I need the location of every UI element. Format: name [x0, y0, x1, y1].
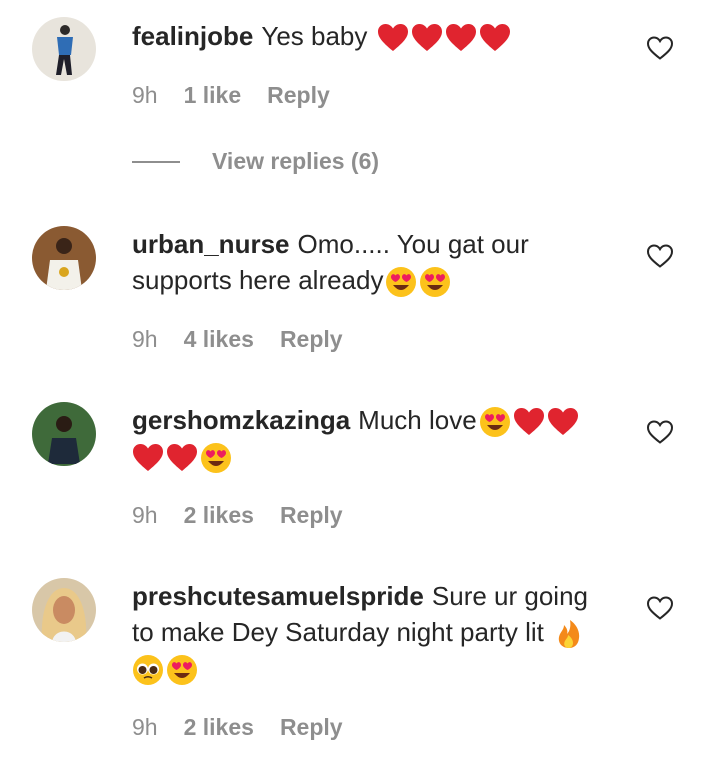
red-heart-icon: [411, 22, 443, 54]
heart-eyes-icon: [200, 442, 232, 474]
comment-meta: 9h 2 likes Reply: [132, 714, 343, 741]
comment-time: 9h: [132, 82, 158, 108]
username-link[interactable]: preshcutesamuelspride: [132, 581, 424, 611]
pleading-face-icon: [132, 654, 164, 686]
username-link[interactable]: gershomzkazinga: [132, 405, 350, 435]
comment-meta: 9h 1 like Reply: [132, 82, 330, 109]
like-count[interactable]: 4 likes: [184, 326, 254, 353]
comment-body: urban_nurse Omo..... You gat our supports…: [132, 226, 612, 298]
avatar[interactable]: [32, 17, 96, 81]
red-heart-icon: [513, 406, 545, 438]
emoji-group: [375, 21, 511, 51]
comment-text: Much love: [358, 405, 477, 435]
username-link[interactable]: fealinjobe: [132, 21, 253, 51]
divider-line: [132, 160, 180, 163]
like-count[interactable]: 1 like: [184, 82, 242, 109]
comment-meta: 9h 4 likes Reply: [132, 326, 343, 353]
username-link[interactable]: urban_nurse: [132, 229, 290, 259]
avatar[interactable]: [32, 226, 96, 290]
reply-button[interactable]: Reply: [280, 714, 343, 741]
like-count[interactable]: 2 likes: [184, 714, 254, 741]
avatar[interactable]: [32, 402, 96, 466]
comment-time: 9h: [132, 502, 158, 528]
view-replies-label: View replies (6): [212, 148, 380, 174]
comment-time: 9h: [132, 326, 158, 352]
heart-eyes-icon: [166, 654, 198, 686]
fire-icon: [553, 618, 585, 650]
view-replies-button[interactable]: View replies (6): [132, 148, 379, 175]
comment-meta: 9h 2 likes Reply: [132, 502, 343, 529]
heart-outline-icon[interactable]: [646, 35, 674, 61]
heart-outline-icon[interactable]: [646, 595, 674, 621]
reply-button[interactable]: Reply: [280, 502, 343, 529]
heart-eyes-icon: [385, 266, 417, 298]
red-heart-icon: [166, 442, 198, 474]
like-count[interactable]: 2 likes: [184, 502, 254, 529]
red-heart-icon: [132, 442, 164, 474]
heart-outline-icon[interactable]: [646, 419, 674, 445]
red-heart-icon: [479, 22, 511, 54]
comment-body: gershomzkazinga Much love: [132, 402, 612, 474]
reply-button[interactable]: Reply: [280, 326, 343, 353]
reply-button[interactable]: Reply: [267, 82, 330, 109]
comment-text: Yes baby: [261, 21, 368, 51]
avatar[interactable]: [32, 578, 96, 642]
red-heart-icon: [445, 22, 477, 54]
heart-outline-icon[interactable]: [646, 243, 674, 269]
comment-body: preshcutesamuelspride Sure ur going to ma…: [132, 578, 612, 686]
red-heart-icon: [547, 406, 579, 438]
heart-eyes-icon: [479, 406, 511, 438]
comment-body: fealinjobe Yes baby: [132, 18, 612, 54]
heart-eyes-icon: [419, 266, 451, 298]
comment-time: 9h: [132, 714, 158, 740]
red-heart-icon: [377, 22, 409, 54]
